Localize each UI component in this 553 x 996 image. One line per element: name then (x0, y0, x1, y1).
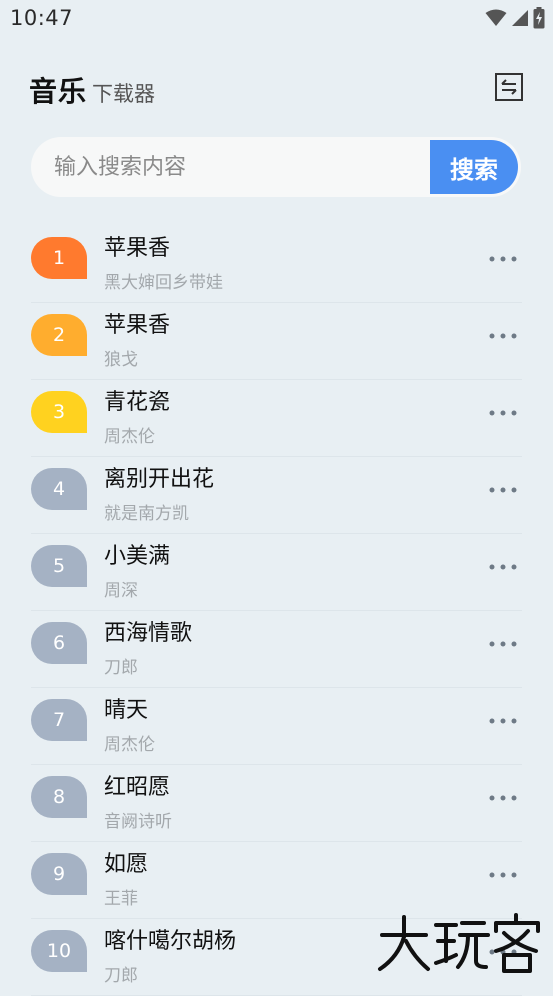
song-title: 晴天 (104, 698, 149, 723)
song-artist: 周杰伦 (104, 735, 155, 755)
song-list-item[interactable]: 8 红昭愿音阙诗听 (0, 765, 553, 842)
more-options-button[interactable] (486, 712, 520, 730)
more-options-button[interactable] (486, 789, 520, 807)
song-title: 如愿 (104, 852, 149, 877)
more-options-button[interactable] (486, 327, 520, 345)
song-title: 离别开出花 (104, 467, 215, 492)
swap-icon (495, 73, 523, 101)
rank-badge: 4 (31, 468, 87, 510)
song-list-item[interactable]: 4 离别开出花就是南方凯 (0, 457, 553, 534)
more-icon (489, 333, 517, 339)
more-icon (489, 795, 517, 801)
song-title: 喀什噶尔胡杨 (104, 929, 237, 954)
song-artist: 王菲 (104, 889, 138, 909)
song-list-item[interactable]: 9 如愿王菲 (0, 842, 553, 919)
page-title: 音乐 (29, 75, 88, 108)
page-subtitle: 下载器 (92, 82, 155, 106)
rank-badge: 10 (31, 930, 87, 972)
more-icon (489, 564, 517, 570)
more-options-button[interactable] (486, 635, 520, 653)
more-options-button[interactable] (486, 481, 520, 499)
song-list-item[interactable]: 3 青花瓷周杰伦 (0, 380, 553, 457)
song-artist: 刀郎 (104, 658, 138, 678)
app-header: 音乐 下载器 (0, 62, 553, 114)
song-artist: 周深 (104, 581, 138, 601)
song-list-item[interactable]: 2 苹果香狼戈 (0, 303, 553, 380)
song-artist: 黑大婶回乡带娃 (104, 273, 223, 293)
search-bar: 搜索 (31, 137, 521, 197)
battery-charging-icon (533, 7, 545, 29)
watermark-logo (376, 911, 546, 975)
song-list-item[interactable]: 6 西海情歌刀郎 (0, 611, 553, 688)
more-options-button[interactable] (486, 250, 520, 268)
more-icon (489, 410, 517, 416)
rank-badge: 1 (31, 237, 87, 279)
song-artist: 刀郎 (104, 966, 138, 986)
song-list-item[interactable]: 1 苹果香黑大婶回乡带娃 (0, 226, 553, 303)
more-options-button[interactable] (486, 558, 520, 576)
rank-badge: 7 (31, 699, 87, 741)
more-options-button[interactable] (486, 404, 520, 422)
song-title: 苹果香 (104, 313, 171, 338)
more-icon (489, 641, 517, 647)
song-list-item[interactable]: 7 晴天周杰伦 (0, 688, 553, 765)
song-artist: 狼戈 (104, 350, 138, 370)
more-icon (489, 872, 517, 878)
status-time: 10:47 (10, 6, 74, 30)
rank-badge: 9 (31, 853, 87, 895)
status-bar: 10:47 (0, 0, 553, 38)
song-artist: 音阙诗听 (104, 812, 172, 832)
rank-badge: 2 (31, 314, 87, 356)
song-title: 红昭愿 (104, 775, 171, 800)
rank-badge: 3 (31, 391, 87, 433)
song-list: 1 苹果香 黑大婶回乡带娃 2 苹果香 狼戈 3 青花瓷 周杰伦 4 离别开出花 就是南方凯 5 小美满周… (0, 226, 553, 996)
more-icon (489, 718, 517, 724)
song-title: 苹果香 (104, 236, 171, 261)
song-artist: 就是南方凯 (104, 504, 189, 524)
status-icons (485, 7, 545, 29)
song-title: 西海情歌 (104, 621, 193, 646)
song-list-item[interactable]: 5 小美满周深 (0, 534, 553, 611)
signal-icon (511, 9, 529, 27)
song-title: 青花瓷 (104, 390, 171, 415)
song-artist: 周杰伦 (104, 427, 155, 447)
search-button[interactable]: 搜索 (430, 140, 518, 194)
more-icon (489, 487, 517, 493)
rank-badge: 8 (31, 776, 87, 818)
search-input[interactable] (31, 137, 430, 197)
wifi-icon (485, 9, 507, 27)
more-options-button[interactable] (486, 866, 520, 884)
more-icon (489, 256, 517, 262)
rank-badge: 5 (31, 545, 87, 587)
song-title: 小美满 (104, 544, 171, 569)
swap-button[interactable] (494, 72, 524, 102)
rank-badge: 6 (31, 622, 87, 664)
